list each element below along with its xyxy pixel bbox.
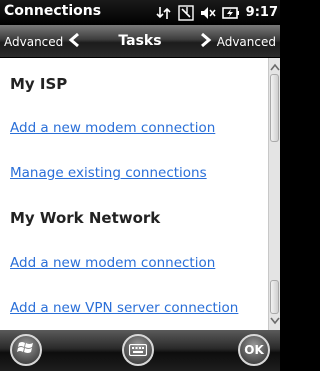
status-icons: 9:17 (156, 2, 278, 23)
menu-bar: OK (0, 330, 280, 371)
keyboard-button[interactable] (122, 334, 154, 366)
link-add-modem-isp[interactable]: Add a new modem connection (10, 120, 215, 136)
scrollbar[interactable] (268, 58, 280, 330)
battery-charging-icon[interactable] (221, 5, 240, 21)
nav-right-button[interactable]: Advanced (200, 25, 276, 58)
app-title: Connections (4, 3, 102, 19)
section-heading-my-work-network: My Work Network (10, 209, 161, 227)
nav-left-button[interactable]: Advanced (4, 25, 80, 58)
data-connection-icon[interactable] (156, 5, 172, 21)
scroll-up-icon[interactable] (269, 60, 280, 74)
section-heading-my-isp: My ISP (10, 75, 68, 93)
nav-left-label: Advanced (4, 34, 64, 49)
chevron-left-icon (68, 32, 80, 52)
title-bar: Connections 9:17 (0, 0, 280, 25)
nav-bar: Tasks Advanced Advanced (0, 25, 280, 58)
tasks-list: My ISP Add a new modem connection Manage… (0, 58, 268, 330)
ok-button[interactable]: OK (238, 334, 270, 366)
link-manage-connections[interactable]: Manage existing connections (10, 165, 207, 181)
scroll-thumb[interactable] (270, 74, 279, 142)
clock[interactable]: 9:17 (246, 5, 278, 20)
chevron-right-icon (200, 32, 212, 52)
windows-logo-icon (17, 339, 35, 361)
ok-label: OK (244, 343, 264, 357)
nav-right-label: Advanced (216, 34, 276, 49)
volume-muted-icon[interactable] (200, 5, 216, 21)
start-button[interactable] (10, 334, 42, 366)
scroll-thumb-lower[interactable] (270, 280, 279, 314)
keyboard-icon (128, 341, 148, 360)
no-signal-icon[interactable] (177, 4, 194, 21)
link-add-vpn[interactable]: Add a new VPN server connection (10, 300, 238, 316)
scroll-down-icon[interactable] (269, 314, 280, 328)
link-add-modem-work[interactable]: Add a new modem connection (10, 255, 215, 271)
